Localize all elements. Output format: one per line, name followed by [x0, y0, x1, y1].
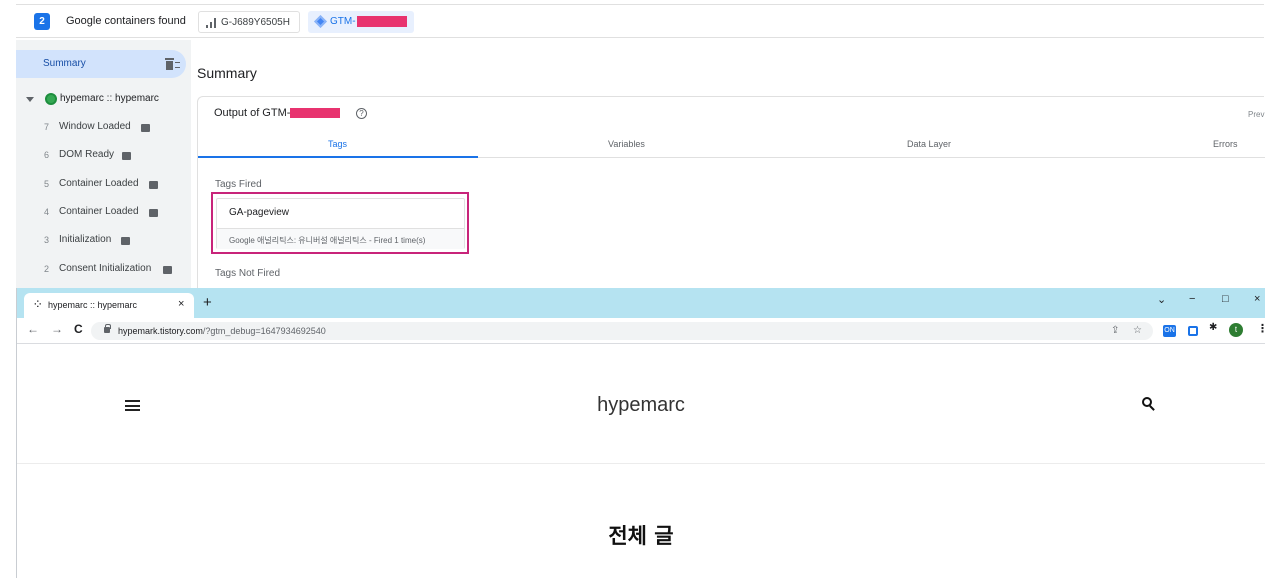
- gtm-diamond-icon: [314, 15, 327, 28]
- browser-tab-title: hypemarc :: hypemarc: [48, 300, 138, 310]
- url-text[interactable]: hypemark.tistory.com/?gtm_debug=16479346…: [118, 326, 326, 336]
- new-tab-button[interactable]: +: [203, 294, 212, 311]
- event-number: 3: [44, 235, 50, 245]
- output-title-text: Output of GTM-: [214, 107, 291, 119]
- sidebar-event-item[interactable]: 4 Container Loaded: [16, 205, 191, 223]
- container-count-badge: 2: [34, 13, 50, 30]
- event-sidebar: Summary hypemarc :: hypemarc 7 Window Lo…: [16, 40, 191, 288]
- event-number: 4: [44, 207, 50, 217]
- extension-toggle-icon[interactable]: ON: [1163, 325, 1176, 337]
- sidebar-event-item[interactable]: 2 Consent Initialization: [16, 262, 191, 280]
- site-header: hypemarc: [17, 344, 1265, 464]
- redaction-bar: [290, 108, 341, 119]
- sidebar-event-item[interactable]: 5 Container Loaded: [16, 177, 191, 195]
- event-type-icon: [122, 152, 131, 160]
- event-type-icon: [121, 237, 130, 245]
- minimize-button[interactable]: −: [1189, 293, 1195, 305]
- active-tab-indicator: [198, 156, 478, 158]
- back-button[interactable]: ←: [27, 322, 39, 336]
- event-label: DOM Ready: [59, 149, 115, 160]
- url-host: hypemark.tistory.com: [118, 326, 203, 336]
- search-icon[interactable]: [1142, 397, 1156, 411]
- close-window-button[interactable]: ×: [1254, 293, 1260, 305]
- screenshot-root: 2 Google containers found G-J689Y6505H G…: [0, 0, 1280, 578]
- sidebar-event-item[interactable]: 7 Window Loaded: [16, 120, 191, 138]
- browser-tabstrip: ⁘ hypemarc :: hypemarc × + ⌄ − □ ×: [17, 288, 1265, 318]
- event-label: Initialization: [59, 234, 112, 245]
- tag-name: GA-pageview: [229, 207, 290, 218]
- event-label: Window Loaded: [59, 121, 131, 132]
- highlight-box: GA-pageview Google 애널리틱스: 유니버설 애널리틱스 - F…: [211, 192, 469, 254]
- site-favicon-icon: ⁘: [34, 299, 42, 309]
- tab-tags[interactable]: Tags: [328, 139, 347, 149]
- ga-container-chip[interactable]: G-J689Y6505H: [198, 11, 300, 33]
- share-icon[interactable]: ⇪: [1111, 325, 1119, 336]
- sidebar-event-item[interactable]: 3 Initialization: [16, 233, 191, 251]
- browser-window: ⁘ hypemarc :: hypemarc × + ⌄ − □ × ← → C…: [16, 288, 1268, 578]
- reload-button[interactable]: C: [74, 322, 83, 336]
- browser-toolbar: ← → C hypemark.tistory.com/?gtm_debug=16…: [17, 318, 1268, 344]
- sidebar-site-group[interactable]: hypemarc :: hypemarc: [16, 92, 191, 110]
- tab-errors[interactable]: Errors: [1213, 139, 1238, 149]
- page-heading: 전체 글: [608, 524, 674, 548]
- gtm-container-chip[interactable]: GTM-: [308, 11, 414, 33]
- event-label: Container Loaded: [59, 178, 139, 189]
- caret-down-icon[interactable]: [26, 97, 34, 102]
- fired-tag-card[interactable]: GA-pageview Google 애널리틱스: 유니버설 애널리틱스 - F…: [216, 198, 465, 249]
- sidebar-event-item[interactable]: 6 DOM Ready: [16, 148, 191, 166]
- tab-variables[interactable]: Variables: [608, 139, 645, 149]
- url-path: /?gtm_debug=1647934692540: [202, 326, 326, 336]
- tab-data-layer[interactable]: Data Layer: [907, 139, 951, 149]
- bookmark-star-icon[interactable]: ☆: [1133, 325, 1142, 336]
- event-type-icon: [149, 209, 158, 217]
- browser-tab[interactable]: ⁘ hypemarc :: hypemarc ×: [24, 293, 194, 318]
- clear-messages-icon[interactable]: [165, 58, 180, 70]
- extensions-puzzle-icon[interactable]: ✱: [1209, 322, 1217, 333]
- containers-found-label: Google containers found: [66, 15, 186, 27]
- tags-fired-heading: Tags Fired: [215, 179, 262, 190]
- event-number: 5: [44, 179, 50, 189]
- tab-search-icon[interactable]: ⌄: [1157, 293, 1166, 306]
- redaction-bar: [356, 15, 407, 27]
- page-title: Summary: [197, 65, 257, 81]
- preview-label[interactable]: Prev: [1248, 110, 1264, 119]
- tag-assistant-extension-icon[interactable]: [1188, 326, 1198, 336]
- analytics-bars-icon: [206, 18, 217, 28]
- tag-detail-bar: Google 애널리틱스: 유니버설 애널리틱스 - Fired 1 time(…: [217, 228, 464, 249]
- sidebar-site-label: hypemarc :: hypemarc: [60, 93, 159, 104]
- gtm-container-id: GTM-: [330, 16, 356, 27]
- event-label: Container Loaded: [59, 206, 139, 217]
- sidebar-summary-label: Summary: [43, 58, 86, 69]
- event-number: 2: [44, 264, 50, 274]
- status-ok-icon: [45, 93, 57, 105]
- forward-button[interactable]: →: [51, 322, 63, 336]
- site-title[interactable]: hypemarc: [17, 394, 1265, 417]
- profile-avatar[interactable]: t: [1229, 323, 1243, 337]
- sidebar-item-summary[interactable]: Summary: [16, 50, 186, 78]
- output-title: Output of GTM-: [214, 107, 341, 119]
- lock-icon[interactable]: [104, 324, 111, 333]
- help-icon[interactable]: ?: [356, 108, 367, 119]
- output-tabs: Tags Variables Data Layer Errors: [198, 133, 1265, 158]
- ga-container-id: G-J689Y6505H: [221, 17, 290, 28]
- tag-assistant-topbar: 2 Google containers found G-J689Y6505H G…: [16, 4, 1264, 38]
- address-bar[interactable]: hypemark.tistory.com/?gtm_debug=16479346…: [91, 322, 1153, 340]
- event-type-icon: [141, 124, 150, 132]
- event-type-icon: [149, 181, 158, 189]
- tags-not-fired-heading: Tags Not Fired: [215, 268, 281, 279]
- event-number: 6: [44, 150, 50, 160]
- output-card: Output of GTM- ? Prev Tags Variables Dat…: [197, 96, 1265, 288]
- event-number: 7: [44, 122, 50, 132]
- close-tab-icon[interactable]: ×: [178, 298, 184, 310]
- maximize-button[interactable]: □: [1222, 293, 1229, 305]
- browser-menu-icon[interactable]: ⋮: [1257, 322, 1268, 335]
- event-label: Consent Initialization: [59, 263, 152, 274]
- tag-detail: Google 애널리틱스: 유니버설 애널리틱스 - Fired 1 time(…: [229, 236, 426, 245]
- event-type-icon: [163, 266, 172, 274]
